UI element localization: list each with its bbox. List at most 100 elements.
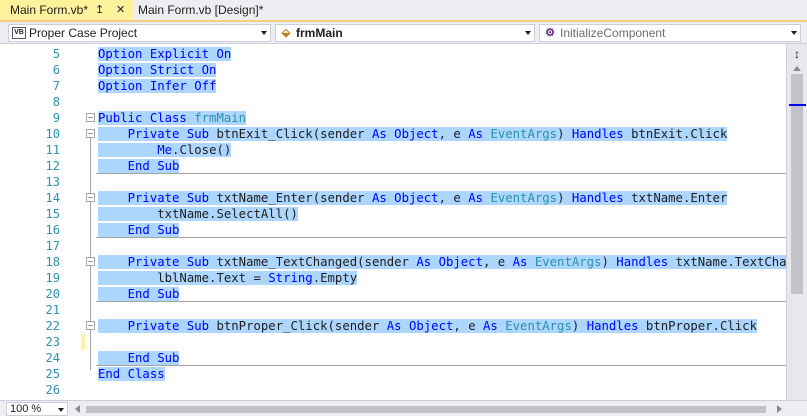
vertical-scroll-thumb[interactable] <box>791 74 803 294</box>
code-token: txtName.Enter <box>631 191 728 205</box>
code-line[interactable]: 16 End Sub <box>0 222 786 238</box>
horizontal-scrollbar[interactable] <box>70 402 786 416</box>
code-text: Me.Close() <box>98 142 232 158</box>
split-window-icon[interactable]: ↕ <box>789 46 805 62</box>
code-line[interactable]: 8 <box>0 94 786 110</box>
code-token: Handles <box>571 191 632 205</box>
tab-label: Main Form.vb [Design]* <box>138 3 264 17</box>
code-token: Me <box>157 143 173 157</box>
collapse-toggle-icon[interactable]: − <box>86 257 95 266</box>
code-token: , e <box>483 255 513 269</box>
line-number: 26 <box>45 383 60 397</box>
code-line[interactable]: 23 <box>0 334 786 350</box>
code-token: lblName.Text = <box>98 271 269 285</box>
code-line[interactable]: 21 <box>0 302 786 318</box>
navigation-bar: VB Proper Case Project ⬙ frmMain ⚙ Initi… <box>0 22 807 44</box>
line-number: 25 <box>45 367 60 381</box>
unsaved-change-marker <box>81 334 85 350</box>
code-token: As <box>512 255 535 269</box>
collapse-toggle-icon[interactable]: − <box>86 321 95 330</box>
code-token: Public Class <box>98 111 195 125</box>
code-text: Private Sub btnExit_Click(sender As Obje… <box>98 126 728 142</box>
project-dropdown[interactable]: VB Proper Case Project <box>8 24 271 42</box>
collapse-toggle-icon[interactable]: − <box>86 113 95 122</box>
code-line[interactable]: 10 − Private Sub btnExit_Click(sender As … <box>0 126 786 142</box>
code-line[interactable]: 13 <box>0 174 786 190</box>
line-number: 17 <box>45 239 60 253</box>
code-token: txtName.SelectAll() <box>98 207 298 221</box>
code-line[interactable]: 14 − Private Sub txtName_Enter(sender As … <box>0 190 786 206</box>
code-line[interactable]: 6 Option Strict On <box>0 62 786 78</box>
scroll-right-icon[interactable] <box>777 405 782 413</box>
code-token: Private Sub <box>127 319 217 333</box>
code-token: btnExit_Click(sender <box>216 127 372 141</box>
code-line[interactable]: 18 − Private Sub txtName_TextChanged(send… <box>0 254 807 270</box>
chevron-down-icon <box>58 408 64 412</box>
code-token: String <box>268 271 313 285</box>
code-line[interactable]: 22 − Private Sub btnProper_Click(sender A… <box>0 318 786 334</box>
tab-main-form-vb[interactable]: Main Form.vb* ↥ ✕ <box>0 0 133 20</box>
code-line[interactable]: 19 lblName.Text = String.Empty <box>0 270 786 286</box>
tab-main-form-design[interactable]: Main Form.vb [Design]* <box>133 0 283 20</box>
code-token: As Object <box>371 127 439 141</box>
code-text: Private Sub txtName_Enter(sender As Obje… <box>98 190 728 206</box>
chevron-down-icon <box>525 31 531 35</box>
line-number: 20 <box>45 287 60 301</box>
scroll-left-icon[interactable] <box>75 405 80 413</box>
close-icon[interactable]: ✕ <box>116 0 125 20</box>
code-token: End Sub <box>127 223 180 237</box>
code-token: End Sub <box>127 287 180 301</box>
code-token: Option Strict On <box>98 63 217 77</box>
code-token: EventArgs <box>490 191 558 205</box>
code-line[interactable]: 11 Me.Close() <box>0 142 786 158</box>
code-text: End Sub <box>98 222 180 238</box>
code-token: End Sub <box>127 159 180 173</box>
code-line[interactable]: 20 End Sub <box>0 286 786 302</box>
code-line[interactable]: 15 txtName.SelectAll() <box>0 206 786 222</box>
code-token: As Object <box>416 255 483 269</box>
code-line[interactable]: 17 <box>0 238 786 254</box>
chevron-down-icon <box>791 31 797 35</box>
class-dropdown[interactable]: ⬙ frmMain <box>275 24 535 42</box>
code-editor[interactable]: 5 Option Explicit On 6 Option Strict On 7 Opt… <box>0 44 807 400</box>
line-number: 23 <box>45 335 60 349</box>
line-number: 11 <box>45 143 60 157</box>
code-token: ) <box>557 191 572 205</box>
code-token: Handles <box>571 127 632 141</box>
code-line[interactable]: 26 <box>0 382 786 398</box>
code-token: As Object <box>386 319 454 333</box>
zoom-dropdown[interactable]: 100 % <box>6 402 68 416</box>
code-text: Option Infer Off <box>98 78 217 94</box>
code-token: Handles <box>586 319 646 333</box>
code-line[interactable]: 7 Option Infer Off <box>0 78 786 94</box>
code-token: End Class <box>98 367 165 381</box>
code-token: Handles <box>616 255 676 269</box>
scroll-up-icon[interactable] <box>793 66 801 71</box>
code-line[interactable]: 25 End Class <box>0 366 786 382</box>
code-text: Option Explicit On <box>98 46 232 62</box>
line-number: 19 <box>45 271 60 285</box>
member-dropdown[interactable]: ⚙ InitializeComponent <box>539 24 801 42</box>
code-token: As Object <box>371 191 439 205</box>
code-line[interactable]: 9 − Public Class frmMain <box>0 110 786 126</box>
collapse-toggle-icon[interactable]: − <box>86 129 95 138</box>
line-number: 5 <box>52 47 60 61</box>
collapse-toggle-icon[interactable]: − <box>86 193 95 202</box>
code-token: As <box>468 191 491 205</box>
code-text: End Sub <box>98 158 180 174</box>
code-line[interactable]: 12 End Sub <box>0 158 786 174</box>
pin-icon[interactable]: ↥ <box>95 0 104 20</box>
horizontal-scroll-thumb[interactable] <box>86 406 766 413</box>
code-text: Option Strict On <box>98 62 217 78</box>
code-line[interactable]: 24 End Sub <box>0 350 786 366</box>
vb-project-icon: VB <box>12 27 26 39</box>
code-token: ) <box>601 255 617 269</box>
vertical-scrollbar[interactable]: ↕ <box>786 44 807 400</box>
code-token: btnExit.Click <box>631 127 728 141</box>
code-line[interactable]: 5 Option Explicit On <box>0 46 786 62</box>
